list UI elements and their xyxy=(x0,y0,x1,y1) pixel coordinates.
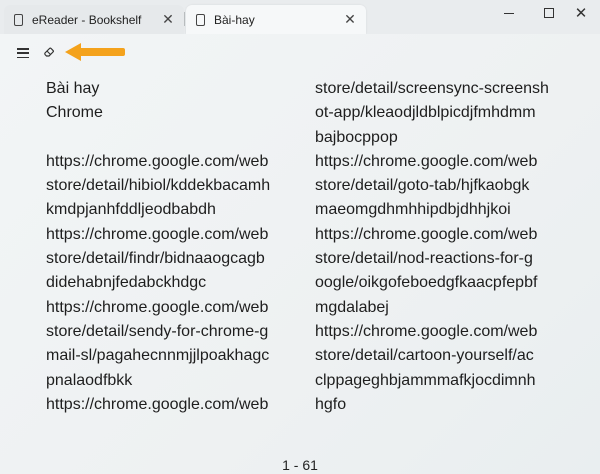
close-icon: ✕ xyxy=(574,5,588,22)
tab-bar: eReader - Bookshelf ✕ Bài-hay ✕ ✕ xyxy=(0,0,600,34)
orange-arrow-annotation xyxy=(65,43,125,61)
text-line: hgfo xyxy=(315,395,347,413)
text-line: store/detail/findr/bidnaaogcagb xyxy=(46,250,265,268)
tab-bai-hay[interactable]: Bài-hay ✕ xyxy=(186,5,366,34)
text-line: ot-app/kleaodjldblpicdjfmhdmm xyxy=(315,104,536,122)
text-line: pnalaodfbkk xyxy=(46,371,133,389)
text-line: https://chrome.google.com/web xyxy=(46,225,269,243)
hamburger-menu-icon[interactable] xyxy=(17,48,29,58)
maximize-icon xyxy=(544,8,554,18)
text-line: store/detail/sendy-for-chrome-g xyxy=(46,322,269,340)
text-line: store/detail/screensync-screensh xyxy=(315,80,549,97)
text-line: clppageghbjammmafkjocdimnh xyxy=(315,371,536,389)
text-line: Chrome xyxy=(46,104,103,122)
text-line: https://chrome.google.com/web xyxy=(315,152,538,170)
text-line: bajbocppop xyxy=(315,128,398,146)
tab-label: Bài-hay xyxy=(214,12,255,27)
text-line: https://chrome.google.com/web xyxy=(46,395,269,413)
text-line: mgdalabej xyxy=(315,298,389,316)
tab-label: eReader - Bookshelf xyxy=(32,12,142,27)
text-line: kmdpjanhfddljeodbabdh xyxy=(46,201,216,219)
text-line xyxy=(46,126,291,150)
text-line: store/detail/nod-reactions-for-g xyxy=(315,250,533,268)
tab-separator xyxy=(184,12,185,26)
text-line: Bài hay xyxy=(46,80,100,97)
text-line: store/detail/hibiol/kddekbacamh xyxy=(46,177,271,195)
page-column-right: store/detail/screensync-screensh ot-app/k… xyxy=(315,77,560,417)
page-indicator: 1 - 61 xyxy=(282,457,318,473)
text-line: store/detail/cartoon-yourself/ac xyxy=(315,347,534,365)
close-tab-icon[interactable]: ✕ xyxy=(340,11,360,28)
minimize-icon xyxy=(504,12,514,14)
text-line: https://chrome.google.com/web xyxy=(315,322,538,340)
eraser-icon[interactable] xyxy=(42,45,56,59)
close-tab-icon[interactable]: ✕ xyxy=(158,11,178,28)
reader-content: Bài hay Chrome https://chrome.google.com/w… xyxy=(0,34,600,474)
text-line: didehabnjfedabckhdgc xyxy=(46,274,207,292)
document-icon xyxy=(196,13,205,26)
tab-ereader-bookshelf[interactable]: eReader - Bookshelf ✕ xyxy=(4,5,184,34)
text-line: maeomgdhmhhipdbjdhhjkoi xyxy=(315,201,511,219)
document-icon xyxy=(14,13,23,26)
page-column-left: Bài hay Chrome https://chrome.google.com/w… xyxy=(46,77,291,417)
minimize-button[interactable] xyxy=(489,0,529,26)
text-line: mail-sl/pagahecnnmjjlpoakhagc xyxy=(46,347,270,365)
text-line: https://chrome.google.com/web xyxy=(315,225,538,243)
close-window-button[interactable]: ✕ xyxy=(561,0,600,26)
text-line: https://chrome.google.com/web xyxy=(46,152,269,170)
text-line: store/detail/goto-tab/hjfkaobgk xyxy=(315,177,530,195)
text-line: https://chrome.google.com/web xyxy=(46,298,269,316)
text-line: oogle/oikgofeboedgfkaacpfepbf xyxy=(315,274,538,292)
